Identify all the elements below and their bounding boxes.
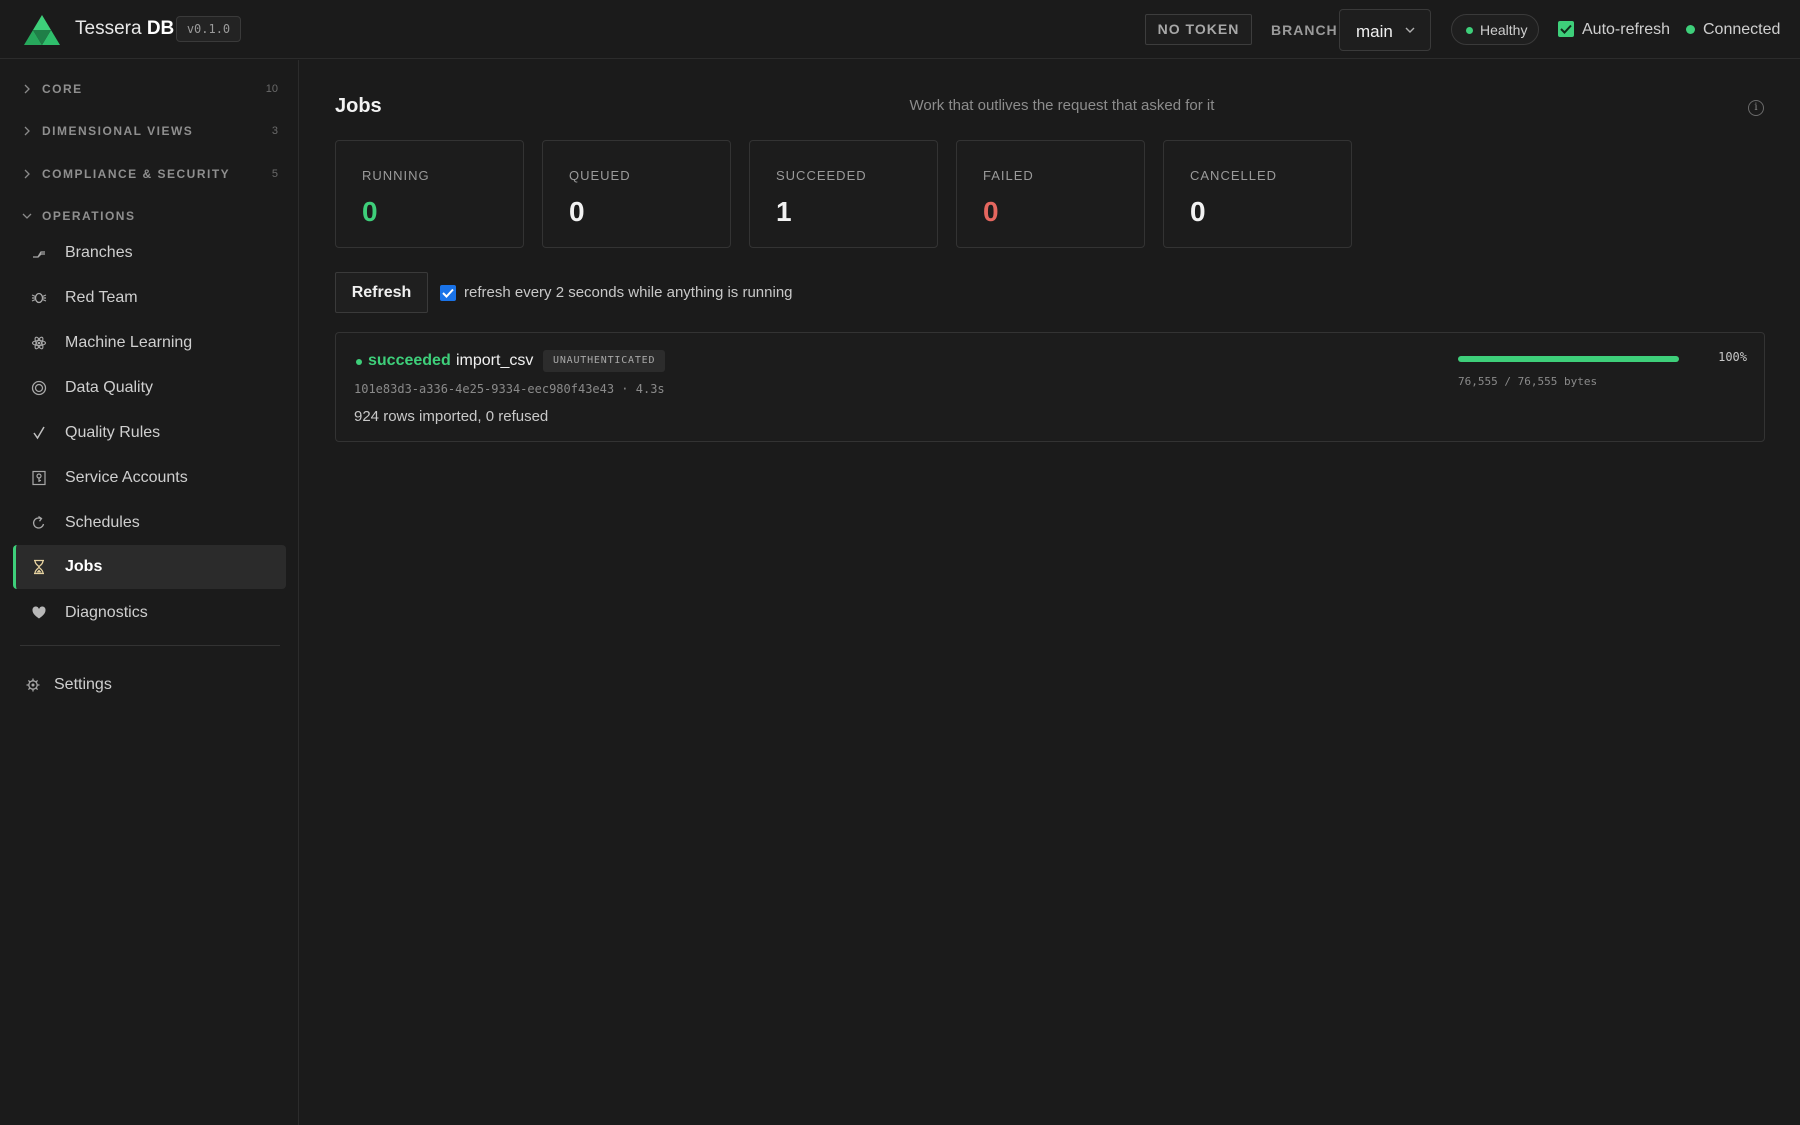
branch-label: BRANCH <box>1271 22 1338 38</box>
health-badge[interactable]: Healthy <box>1451 14 1539 45</box>
poll-checkbox[interactable] <box>440 285 456 301</box>
stat-label: CANCELLED <box>1190 168 1278 183</box>
sidebar-item-label: Settings <box>54 676 112 693</box>
job-meta: 101e83d3-a336-4e25-9334-eec980f43e43 · 4… <box>354 382 665 396</box>
target-icon <box>31 380 47 396</box>
sidebar-group-label: OPERATIONS <box>42 209 136 223</box>
sidebar-item-jobs[interactable]: Jobs <box>13 545 286 589</box>
sidebar-group-dimensional-views[interactable]: DIMENSIONAL VIEWS 3 <box>22 122 278 142</box>
branch-value: main <box>1356 22 1393 41</box>
sidebar-item-schedules[interactable]: Schedules <box>13 501 286 545</box>
bug-icon <box>31 290 47 306</box>
page-subtitle-row: Work that outlives the request that aske… <box>0 97 1800 114</box>
gear-icon <box>25 677 41 693</box>
sidebar: CORE 10 DIMENSIONAL VIEWS 3 COMPLIANCE &… <box>0 60 299 1125</box>
sidebar-group-count: 10 <box>265 83 278 95</box>
atom-icon <box>31 335 47 351</box>
poll-label[interactable]: refresh every 2 seconds while anything i… <box>464 284 793 301</box>
connection-dot-icon <box>1686 25 1695 34</box>
branch-select[interactable]: main <box>1339 9 1431 51</box>
sidebar-item-diagnostics[interactable]: Diagnostics <box>13 591 286 635</box>
hourglass-icon <box>31 559 47 575</box>
stat-value: 0 <box>983 196 999 227</box>
sidebar-item-quality-rules[interactable]: Quality Rules <box>13 411 286 455</box>
top-bar: Tessera DB v0.1.0 NO TOKEN BRANCH main H… <box>0 0 1800 59</box>
brand-name: Tessera DB <box>75 18 175 39</box>
stat-card-cancelled: CANCELLED 0 <box>1163 140 1352 248</box>
stat-value: 0 <box>362 196 378 227</box>
health-dot-icon <box>1466 27 1473 34</box>
sidebar-item-label: Service Accounts <box>65 469 188 486</box>
stat-label: SUCCEEDED <box>776 168 867 183</box>
sidebar-item-red-team[interactable]: Red Team <box>13 276 286 320</box>
job-status: succeeded <box>368 352 451 369</box>
sidebar-item-label: Branches <box>65 244 133 261</box>
stat-label: FAILED <box>983 168 1034 183</box>
auto-refresh-checkbox[interactable] <box>1558 21 1574 37</box>
status-dot-icon <box>356 359 362 365</box>
stat-value: 0 <box>1190 196 1206 227</box>
stat-card-succeeded: SUCCEEDED 1 <box>749 140 938 248</box>
sidebar-item-label: Red Team <box>65 289 138 306</box>
chevron-down-icon <box>22 213 32 219</box>
sidebar-item-label: Machine Learning <box>65 334 193 351</box>
job-progress-bar <box>1458 356 1679 362</box>
sidebar-group-label: CORE <box>42 82 83 96</box>
stat-value: 0 <box>569 196 585 227</box>
heart-icon <box>31 605 47 621</box>
auto-refresh-label[interactable]: Auto-refresh <box>1582 21 1670 39</box>
sidebar-item-settings[interactable]: Settings <box>13 665 286 705</box>
chevron-down-icon <box>1405 27 1415 33</box>
sidebar-group-compliance-security[interactable]: COMPLIANCE & SECURITY 5 <box>22 165 278 185</box>
chevron-right-icon <box>24 84 30 94</box>
sidebar-item-machine-learning[interactable]: Machine Learning <box>13 321 286 365</box>
checkmark-icon <box>1560 24 1572 34</box>
refresh-icon <box>31 515 47 531</box>
token-button[interactable]: NO TOKEN <box>1145 14 1252 45</box>
job-progress-percent: 100% <box>1718 350 1747 364</box>
refresh-button[interactable]: Refresh <box>335 272 428 313</box>
sidebar-item-data-quality[interactable]: Data Quality <box>13 366 286 410</box>
chevron-right-icon <box>24 169 30 179</box>
sidebar-item-label: Quality Rules <box>65 424 161 441</box>
stat-label: QUEUED <box>569 168 631 183</box>
connection-status: Connected <box>1703 21 1781 38</box>
sidebar-item-branches[interactable]: Branches <box>13 231 286 275</box>
stat-value: 1 <box>776 196 792 227</box>
job-kind: import_csv <box>456 352 534 369</box>
job-result: 924 rows imported, 0 refused <box>354 408 549 425</box>
stat-card-running: RUNNING 0 <box>335 140 524 248</box>
chevron-right-icon <box>24 126 30 136</box>
job-progress-fill <box>1458 356 1679 362</box>
branch-icon <box>31 245 47 261</box>
page-subtitle: Work that outlives the request that aske… <box>909 97 1215 114</box>
sidebar-group-label: COMPLIANCE & SECURITY <box>42 167 231 181</box>
stat-label: RUNNING <box>362 168 430 183</box>
sidebar-group-count: 3 <box>271 125 278 137</box>
job-card[interactable]: succeeded import_csv UNAUTHENTICATED 101… <box>335 332 1765 442</box>
checkmark-icon <box>442 288 454 298</box>
sidebar-divider <box>20 645 280 646</box>
info-icon[interactable]: i <box>1748 100 1764 116</box>
health-status: Healthy <box>1480 22 1528 38</box>
sidebar-group-count: 5 <box>271 168 278 180</box>
job-auth-badge: UNAUTHENTICATED <box>543 350 666 372</box>
sidebar-item-label: Data Quality <box>65 379 154 396</box>
version-badge: v0.1.0 <box>176 16 241 42</box>
sidebar-item-service-accounts[interactable]: Service Accounts <box>13 456 286 500</box>
key-icon <box>31 470 47 486</box>
job-progress-bytes: 76,555 / 76,555 bytes <box>1458 375 1598 388</box>
tessera-logo-icon <box>24 15 60 45</box>
sidebar-item-label: Schedules <box>65 514 140 531</box>
sidebar-item-label: Jobs <box>65 558 103 575</box>
stat-card-failed: FAILED 0 <box>956 140 1145 248</box>
sidebar-group-label: DIMENSIONAL VIEWS <box>42 124 194 138</box>
check-icon <box>31 425 47 441</box>
stat-card-queued: QUEUED 0 <box>542 140 731 248</box>
sidebar-item-label: Diagnostics <box>65 604 148 621</box>
sidebar-group-operations[interactable]: OPERATIONS <box>22 207 278 227</box>
